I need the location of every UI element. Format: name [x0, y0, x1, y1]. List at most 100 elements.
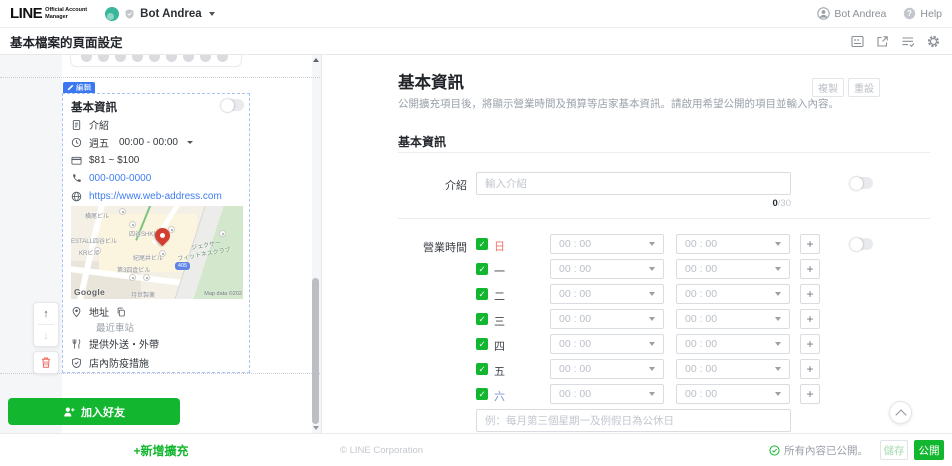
phone-icon	[71, 173, 82, 184]
basic-info-preview-card[interactable]: 基本資訊 介紹 週五 00:00 - 00:00	[62, 93, 250, 373]
page-title: 基本檔案的頁面設定	[10, 32, 123, 51]
close-time-select[interactable]: 00 : 00	[676, 234, 790, 254]
icon-placeholder	[149, 55, 160, 62]
gear-icon[interactable]	[927, 35, 940, 48]
preview-icon[interactable]	[851, 35, 864, 48]
google-logo: Google	[74, 287, 105, 297]
open-time-select[interactable]: 00 : 00	[550, 284, 664, 304]
form-description: 公開擴充項目後，將顯示營業時間及預算等店家基本資訊。請啟用希望公開的項目並輸入內…	[398, 96, 839, 111]
add-friend-button[interactable]: 加入好友	[8, 398, 180, 425]
hours-toggle[interactable]	[851, 238, 873, 250]
reorder-toolbar: ↑ ↓	[33, 302, 59, 347]
day-checkbox[interactable]: ✓	[476, 238, 488, 250]
preview-url-row[interactable]: https://www.web-address.com	[71, 190, 222, 203]
day-checkbox[interactable]: ✓	[476, 313, 488, 325]
chevron-down-icon	[649, 317, 655, 321]
account-switcher[interactable]: Bot Andrea	[105, 7, 215, 21]
close-time-select[interactable]: 00 : 00	[676, 334, 790, 354]
map-copyright: Map data ©202	[204, 291, 242, 297]
open-time-select[interactable]: 00 : 00	[550, 309, 664, 329]
map-road-badge: 405	[175, 262, 190, 270]
chevron-down-icon	[649, 392, 655, 396]
add-time-slot-button[interactable]: +	[800, 259, 820, 279]
copyright: © LINE Corporation	[340, 445, 423, 456]
add-time-slot-button[interactable]: +	[800, 384, 820, 404]
map-label: 持世製薬	[131, 290, 155, 299]
add-time-slot-button[interactable]: +	[800, 334, 820, 354]
close-time-select[interactable]: 00 : 00	[676, 259, 790, 279]
open-time-select[interactable]: 00 : 00	[550, 259, 664, 279]
scroll-up-arrow-icon[interactable]	[313, 58, 319, 62]
day-label: 三	[494, 313, 505, 329]
open-time-select[interactable]: 00 : 00	[550, 384, 664, 404]
preview-scrollbar[interactable]	[311, 55, 321, 433]
preview-intro-row: 介紹	[71, 118, 109, 131]
preview-phone-row[interactable]: 000-000-0000	[71, 172, 151, 185]
preview-hours-row[interactable]: 週五 00:00 - 00:00	[71, 136, 193, 149]
intro-toggle[interactable]	[851, 177, 873, 189]
chevron-down-icon	[775, 267, 781, 271]
day-checkbox[interactable]: ✓	[476, 263, 488, 275]
add-time-slot-button[interactable]: +	[800, 284, 820, 304]
scroll-to-top-button[interactable]	[889, 401, 912, 424]
chevron-down-icon	[187, 141, 193, 144]
add-expansion-button[interactable]: +新增擴充	[133, 442, 188, 459]
save-button[interactable]: 儲存	[880, 440, 908, 460]
move-down-button[interactable]: ↓	[34, 325, 58, 346]
delete-button[interactable]	[33, 351, 59, 374]
open-time-select[interactable]: 00 : 00	[550, 234, 664, 254]
add-time-slot-button[interactable]: +	[800, 309, 820, 329]
map-marker	[129, 221, 136, 228]
chevron-down-icon	[775, 367, 781, 371]
day-checkbox[interactable]: ✓	[476, 288, 488, 300]
day-checkbox[interactable]: ✓	[476, 338, 488, 350]
preview-card-toggle[interactable]	[222, 99, 244, 111]
external-link-icon[interactable]	[876, 35, 889, 48]
day-checkbox[interactable]: ✓	[476, 363, 488, 375]
line-logo[interactable]: LINE	[10, 5, 42, 22]
hours-note-input[interactable]	[476, 409, 791, 432]
preview-safety-row: 店內防疫措施	[71, 356, 149, 369]
footer-left: +新增擴充	[0, 434, 322, 466]
close-time-select[interactable]: 00 : 00	[676, 359, 790, 379]
scrollbar-thumb[interactable]	[312, 278, 319, 424]
line-oa-manager-screen: LINE Official AccountManager Bot Andrea …	[0, 0, 952, 466]
map-label: 第3四倉ビル	[117, 265, 150, 274]
user-menu[interactable]: Bot Andrea	[817, 7, 886, 20]
add-time-slot-button[interactable]: +	[800, 359, 820, 379]
chevron-down-icon	[775, 392, 781, 396]
map[interactable]: 横尾ビル 四谷SHKビル ESTALL四谷ビル KRビル 紀尾井ビル ジェクサー…	[71, 206, 243, 299]
edit-tag[interactable]: 編輯	[63, 82, 95, 93]
list-check-icon[interactable]	[901, 35, 915, 48]
footer-right: © LINE Corporation 所有內容已公開。 儲存 公開	[322, 434, 952, 466]
day-label: 四	[494, 338, 505, 354]
close-time-select[interactable]: 00 : 00	[676, 384, 790, 404]
intro-input[interactable]	[476, 172, 791, 195]
day-label: 一	[494, 263, 505, 279]
hours-row: ✓ 四 00 : 00 00 : 00 +	[476, 334, 896, 354]
copy-icon[interactable]	[116, 307, 126, 317]
move-up-button[interactable]: ↑	[34, 303, 58, 324]
line-logo-subtitle: Official AccountManager	[45, 7, 87, 20]
close-time-select[interactable]: 00 : 00	[676, 284, 790, 304]
profile-preview-panel: 編輯 基本資訊 介紹 週五	[0, 55, 322, 433]
reset-button[interactable]: 重設	[848, 78, 880, 97]
chevron-down-icon	[775, 292, 781, 296]
scroll-down-arrow-icon[interactable]	[313, 426, 319, 430]
intro-counter: 0/30	[476, 198, 791, 209]
icon-placeholder	[183, 55, 194, 62]
icon-placeholder	[115, 55, 126, 62]
publish-button[interactable]: 公開	[914, 440, 944, 460]
open-time-select[interactable]: 00 : 00	[550, 334, 664, 354]
close-time-select[interactable]: 00 : 00	[676, 309, 790, 329]
day-checkbox[interactable]: ✓	[476, 388, 488, 400]
account-avatar	[105, 7, 119, 21]
hours-row: ✓ 三 00 : 00 00 : 00 +	[476, 309, 896, 329]
help-menu[interactable]: ? Help	[903, 7, 942, 20]
copy-button[interactable]: 複製	[812, 78, 844, 97]
open-time-select[interactable]: 00 : 00	[550, 359, 664, 379]
preview-address-row[interactable]: 地址	[71, 305, 126, 318]
add-time-slot-button[interactable]: +	[800, 234, 820, 254]
preview-card-above[interactable]	[70, 55, 242, 67]
chevron-down-icon	[649, 342, 655, 346]
